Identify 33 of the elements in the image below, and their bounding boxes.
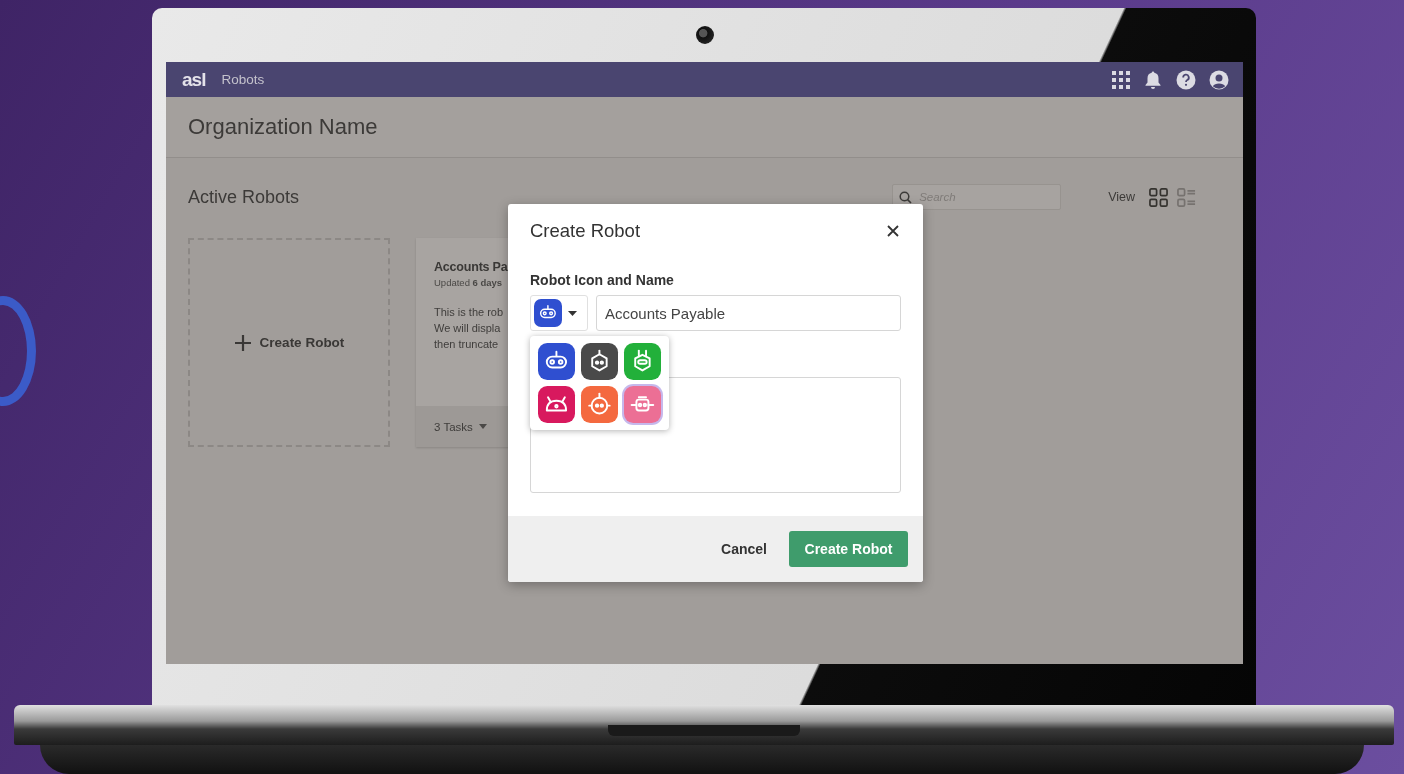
cancel-button[interactable]: Cancel — [721, 533, 767, 565]
organization-name: Organization Name — [188, 114, 378, 140]
robot-name-field[interactable]: Accounts Payable — [596, 295, 901, 331]
apps-grid-icon[interactable] — [1112, 70, 1130, 89]
logo[interactable]: asl — [182, 68, 206, 91]
close-icon — [887, 225, 899, 237]
robot-description: This is the rob We will displa then truncate — [434, 305, 504, 352]
help-icon[interactable] — [1176, 69, 1196, 90]
create-robot-button[interactable]: Create Robot — [229, 329, 349, 356]
create-robot-card[interactable]: Create Robot — [188, 238, 390, 447]
updated-text: Updated 6 days — [434, 277, 503, 288]
view-label: View — [1108, 190, 1135, 204]
robot-card-title: Accounts Pa — [434, 260, 508, 274]
robot-icon-option[interactable] — [538, 343, 575, 380]
robot-icon-option[interactable] — [538, 386, 575, 423]
section-title: Active Robots — [188, 186, 301, 208]
caret-icon — [478, 424, 487, 429]
webcam — [695, 26, 714, 44]
create-robot-button[interactable]: Create Robot — [789, 531, 908, 567]
grid-view-button[interactable] — [1149, 187, 1168, 207]
notification-bell-icon[interactable] — [1143, 69, 1163, 90]
search-icon — [899, 191, 913, 204]
app-name[interactable]: Robots — [221, 72, 265, 87]
selected-robot-icon[interactable] — [534, 299, 562, 327]
field-label: Robot Icon and Name — [530, 272, 675, 288]
plus-icon — [233, 333, 252, 352]
caret-icon — [568, 310, 577, 316]
user-avatar-icon[interactable] — [1209, 69, 1229, 90]
robot-icon-option[interactable] — [581, 343, 618, 380]
icon-picker[interactable] — [530, 295, 588, 331]
tasks-dropdown[interactable]: 3 Tasks — [434, 420, 487, 433]
dialog-title: Create Robot — [530, 220, 641, 242]
close-button[interactable] — [885, 223, 901, 239]
